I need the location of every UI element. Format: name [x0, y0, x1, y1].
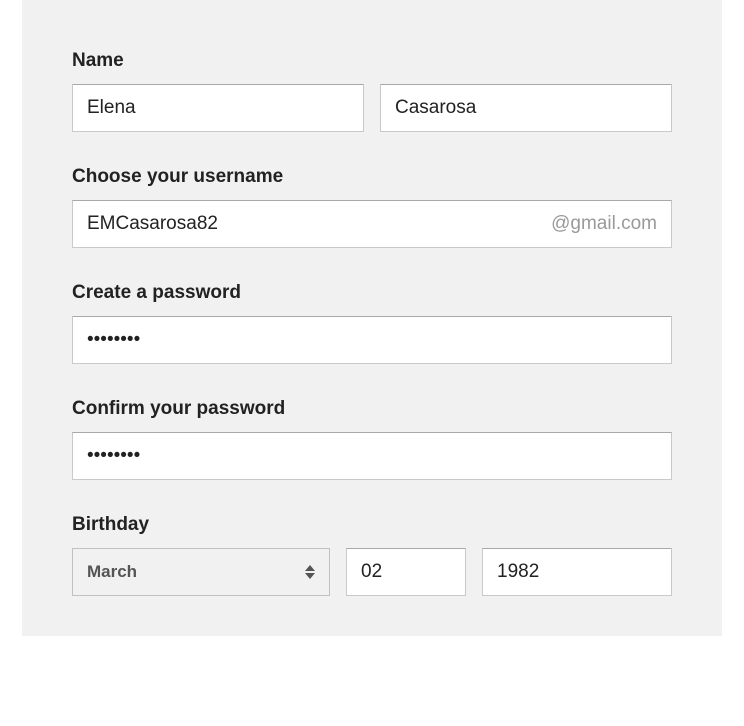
username-input[interactable] [73, 201, 551, 247]
signup-form: Name Choose your username @gmail.com Cre… [22, 0, 722, 636]
password-input[interactable] [72, 316, 672, 364]
first-name-input[interactable] [72, 84, 364, 132]
username-section: Choose your username @gmail.com [72, 166, 672, 248]
username-suffix: @gmail.com [551, 213, 671, 235]
birthday-year-input[interactable] [482, 548, 672, 596]
birthday-section: Birthday March [72, 514, 672, 596]
username-field-wrap: @gmail.com [72, 200, 672, 248]
birthday-label: Birthday [72, 514, 672, 536]
last-name-input[interactable] [380, 84, 672, 132]
confirm-password-section: Confirm your password [72, 398, 672, 480]
confirm-password-label: Confirm your password [72, 398, 672, 420]
password-section: Create a password [72, 282, 672, 364]
confirm-password-input[interactable] [72, 432, 672, 480]
birthday-day-input[interactable] [346, 548, 466, 596]
password-label: Create a password [72, 282, 672, 304]
name-section: Name [72, 50, 672, 132]
username-label: Choose your username [72, 166, 672, 188]
birthday-month-select[interactable]: March [72, 548, 330, 596]
spinner-icon [305, 565, 315, 579]
name-row [72, 84, 672, 132]
birthday-row: March [72, 548, 672, 596]
name-label: Name [72, 50, 672, 72]
birthday-month-value: March [87, 562, 305, 582]
